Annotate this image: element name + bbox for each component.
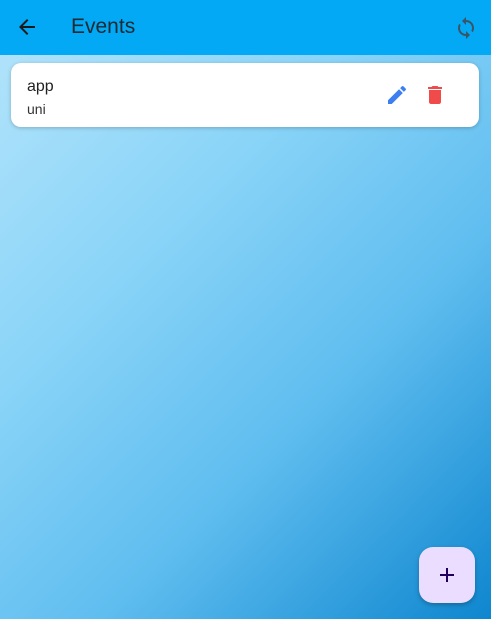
delete-event-button[interactable] — [417, 77, 453, 113]
sync-icon — [458, 17, 474, 39]
arrow-back-icon — [19, 19, 35, 35]
page-title: Events — [71, 15, 136, 38]
trash-icon — [428, 86, 442, 104]
event-subtitle: uni — [27, 101, 46, 117]
add-event-button[interactable] — [419, 547, 475, 603]
event-card[interactable]: app uni — [11, 63, 479, 127]
pencil-icon — [388, 85, 407, 104]
events-screen: Events app uni — [0, 0, 491, 619]
refresh-button[interactable] — [447, 9, 485, 47]
edit-event-button[interactable] — [379, 77, 415, 113]
back-button[interactable] — [7, 7, 47, 47]
app-bar: Events — [0, 0, 491, 55]
plus-icon — [440, 568, 454, 582]
event-name: app — [27, 78, 54, 95]
